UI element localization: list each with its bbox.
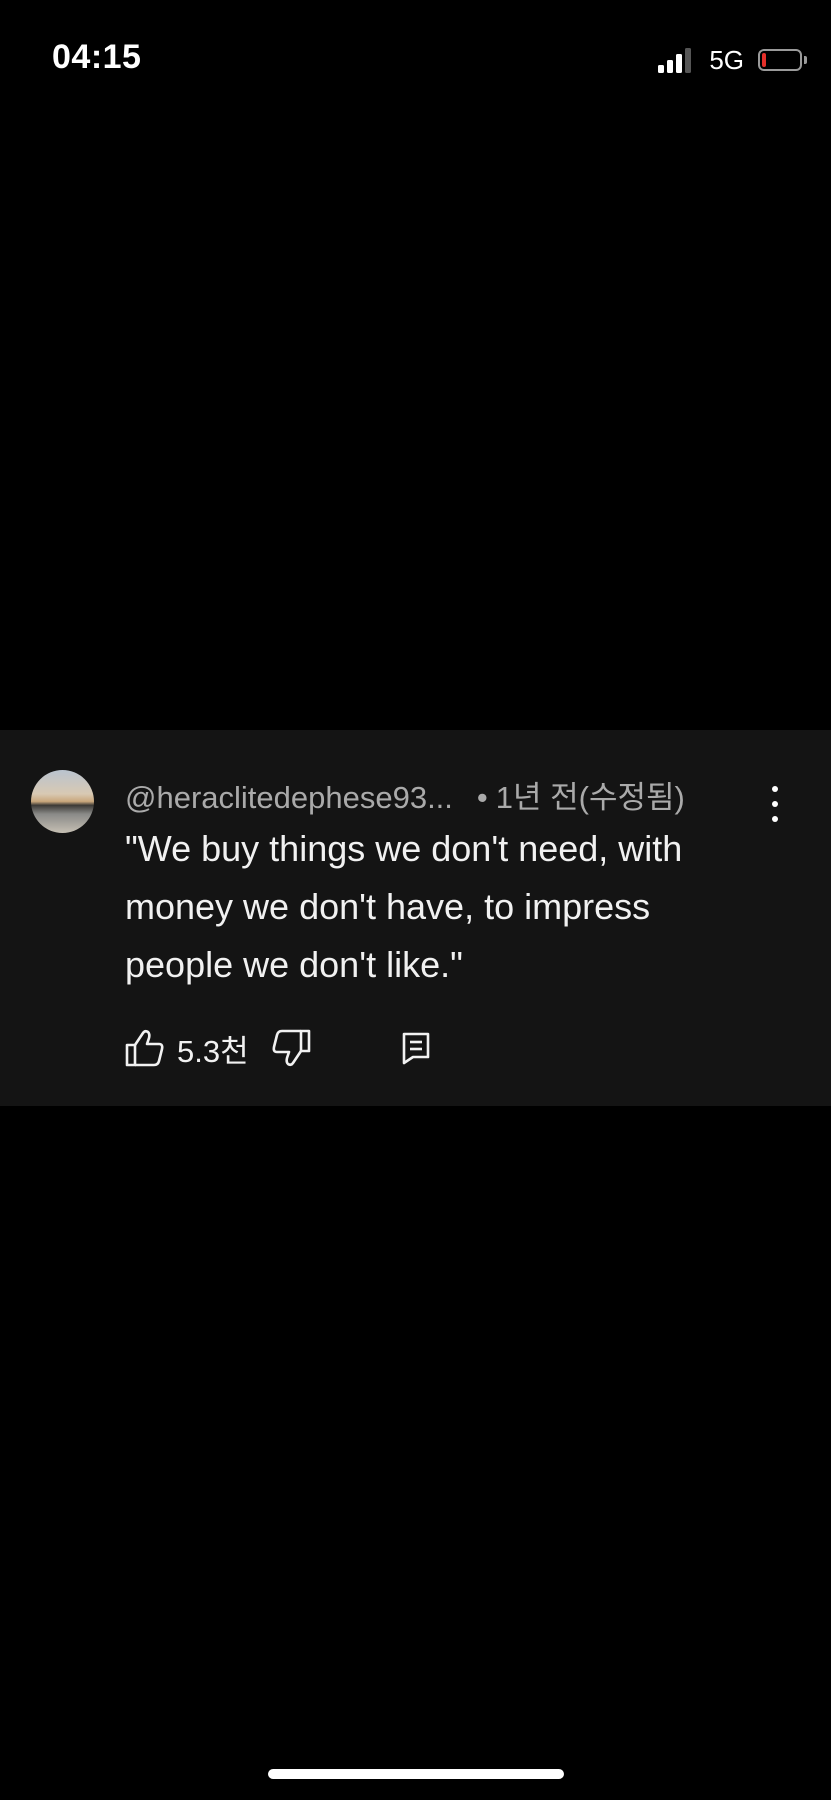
like-button[interactable]	[125, 1029, 165, 1067]
screen: 04:15 5G @heraclitedephese93... • 1년 전(수정됨…	[0, 0, 831, 1800]
status-indicators: 5G	[658, 44, 807, 76]
comment-header: @heraclitedephese93... • 1년 전(수정됨)	[125, 772, 685, 817]
dislike-button[interactable]	[271, 1029, 311, 1067]
header-separator: •	[476, 780, 488, 815]
signal-strength-icon	[658, 47, 692, 73]
thumbs-down-icon	[272, 1029, 310, 1067]
comment-timestamp: 1년 전(수정됨)	[495, 780, 685, 815]
home-indicator[interactable]	[268, 1769, 564, 1779]
status-time: 04:15	[52, 38, 142, 76]
battery-nub	[804, 56, 807, 64]
comment-actions: 5.3천	[125, 1026, 431, 1070]
thumbs-up-icon	[125, 1029, 164, 1067]
battery-icon	[758, 49, 802, 71]
reply-button[interactable]	[401, 1031, 431, 1065]
more-vertical-icon	[772, 786, 778, 792]
like-count: 5.3천	[177, 1033, 249, 1069]
comment-text: "We buy things we don't need, with money…	[125, 828, 683, 985]
network-type-label: 5G	[709, 44, 744, 75]
reply-comment-icon	[402, 1032, 429, 1065]
status-bar: 04:15 5G	[0, 0, 831, 120]
more-options-button[interactable]	[769, 786, 781, 822]
comment-card: @heraclitedephese93... • 1년 전(수정됨) "We buy…	[0, 730, 831, 1106]
avatar[interactable]	[31, 770, 94, 833]
battery-level	[762, 53, 766, 67]
comment-author[interactable]: @heraclitedephese93...	[125, 780, 453, 815]
